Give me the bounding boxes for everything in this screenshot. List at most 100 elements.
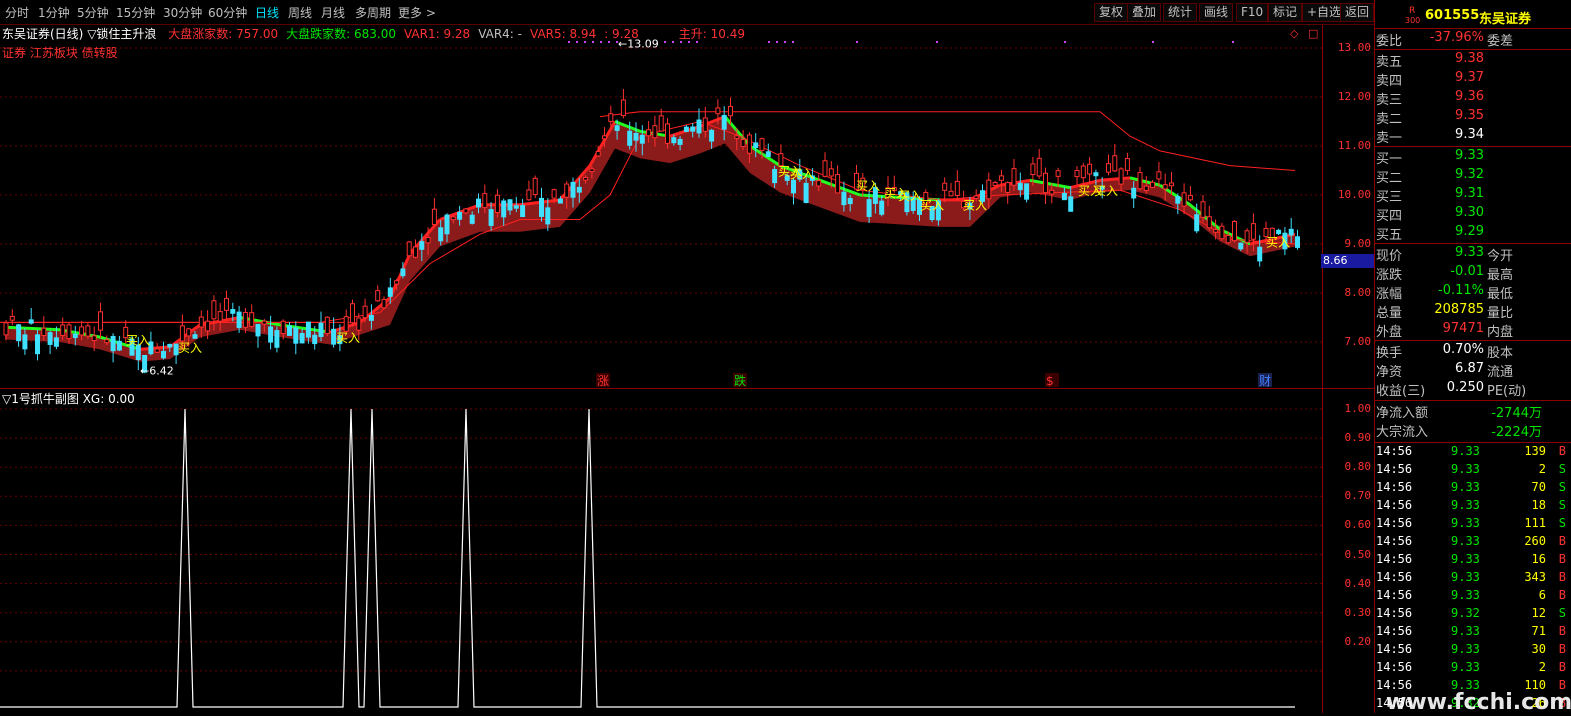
legend-item-6: 主升: 10.49 xyxy=(678,27,745,41)
quote-row: 买二 9.32 xyxy=(1375,167,1571,186)
trade-row: 14:56 9.33 6 B xyxy=(1375,588,1571,606)
candle-body xyxy=(1131,187,1137,199)
candle-body xyxy=(608,113,614,122)
candle-body xyxy=(1118,168,1124,185)
candle-body xyxy=(438,227,444,242)
quote-row: 委比 -37.96% 委差 xyxy=(1375,30,1571,49)
row-value: 9.33 xyxy=(1455,148,1484,163)
row-label: 净资 xyxy=(1376,365,1403,380)
tab-8[interactable]: 月线 xyxy=(321,4,345,21)
tab-5[interactable]: 60分钟 xyxy=(208,4,247,21)
toolbar-button-7[interactable]: 返回 xyxy=(1340,3,1374,22)
quote-row: 卖三 9.36 xyxy=(1375,89,1571,108)
trade-side: B xyxy=(1558,444,1566,458)
tab-10[interactable]: 更多 > xyxy=(398,4,436,21)
candle-body xyxy=(677,138,683,145)
candle-body xyxy=(791,179,796,194)
trade-volume: 30 xyxy=(1531,642,1546,656)
price-tick: 9.00 xyxy=(1344,237,1372,250)
sub-title[interactable]: ▽1号抓牛副图 xyxy=(2,392,79,406)
main-kline-chart[interactable]: ←13.09 ←6.42 买入 买入 买入 买入 买入 买入 买入 买入 买入 买入 买入 买入 买入 ◇ □ 涨… xyxy=(0,25,1322,388)
toolbar-button-1[interactable]: 叠加 xyxy=(1127,3,1162,22)
trade-volume: 18 xyxy=(1531,498,1546,512)
row-label: 大宗流入 xyxy=(1376,425,1429,440)
trade-volume: 12 xyxy=(1531,606,1546,620)
trade-side: B xyxy=(1558,642,1566,656)
candle-body xyxy=(1036,157,1042,177)
row-label: 买一 xyxy=(1376,152,1403,167)
row-label: 涨幅 xyxy=(1376,287,1403,302)
candle-body xyxy=(16,324,22,342)
trade-row: 14:56 9.33 71 B xyxy=(1375,624,1571,642)
tab-6[interactable]: 日线 xyxy=(255,4,279,21)
row-label: 涨跌 xyxy=(1376,268,1403,283)
indicator-name[interactable]: ▽锁住主升浪 xyxy=(87,27,156,41)
sub-indicator-chart[interactable]: ▽1号抓牛副图 XG: 0.00 xyxy=(0,389,1322,713)
sub-tick: 1.00 xyxy=(1344,402,1372,415)
panel-divider xyxy=(1375,49,1571,50)
candle-body xyxy=(387,287,393,297)
trade-side: S xyxy=(1558,462,1566,476)
sub-tick: 0.80 xyxy=(1344,460,1372,474)
trade-row: 14:56 9.32 12 S xyxy=(1375,606,1571,624)
candle-body xyxy=(1181,192,1187,207)
toolbar-button-3[interactable]: 画线 xyxy=(1199,3,1234,22)
kline-canvas[interactable]: ←13.09←6.42买入买入买入买入买入买入买入买入买入 买入买入买入买入◇ □涨… xyxy=(0,25,1322,388)
candle-body xyxy=(847,197,853,205)
candle-body xyxy=(425,237,431,244)
buy-signal: 买入 xyxy=(1094,184,1118,198)
candle-body xyxy=(350,303,355,324)
tab-2[interactable]: 5分钟 xyxy=(77,4,109,21)
tab-4[interactable]: 30分钟 xyxy=(163,4,202,21)
toolbar-button-5[interactable]: 标记 xyxy=(1268,3,1303,22)
candle-body xyxy=(305,321,311,338)
trade-time: 14:56 xyxy=(1376,462,1413,476)
trade-volume: 2 xyxy=(1538,660,1546,674)
tab-0[interactable]: 分时 xyxy=(5,4,29,21)
toolbar-button-4[interactable]: F10 xyxy=(1236,3,1269,22)
trade-time: 14:56 xyxy=(1376,606,1413,620)
legend-item-0: 大盘涨家数: 757.00 xyxy=(168,27,279,41)
quote-row: 收益(三) 0.250 PE(动) xyxy=(1375,380,1571,399)
row-label: 收益(三) xyxy=(1376,384,1426,399)
tab-3[interactable]: 15分钟 xyxy=(116,4,155,21)
trade-side: B xyxy=(1558,660,1566,674)
trade-volume: 260 xyxy=(1524,534,1546,548)
tab-1[interactable]: 1分钟 xyxy=(38,4,70,21)
candle-body xyxy=(261,320,267,325)
tab-9[interactable]: 多周期 xyxy=(355,4,391,21)
candle-body xyxy=(312,334,318,345)
candle-body xyxy=(728,105,733,117)
trade-volume: 139 xyxy=(1524,444,1546,458)
tab-7[interactable]: 周线 xyxy=(288,4,312,21)
sub-value: XG: 0.00 xyxy=(82,392,135,406)
candle-body xyxy=(35,334,40,355)
signal-dot xyxy=(784,41,786,43)
chart-title: 东吴证券(日线) xyxy=(2,27,84,41)
candle-body xyxy=(413,246,418,258)
trade-price: 9.33 xyxy=(1451,480,1480,494)
candle-body xyxy=(1156,171,1162,180)
candle-body xyxy=(268,326,274,343)
candle-body xyxy=(1225,234,1231,244)
row-label: 卖三 xyxy=(1376,93,1403,108)
candle-body xyxy=(192,334,198,339)
candle-body xyxy=(1074,170,1080,178)
toolbar-button-0[interactable]: 复权 xyxy=(1094,3,1129,22)
candle-body xyxy=(513,205,519,209)
low-label: ←6.42 xyxy=(140,364,174,377)
current-price-box: 8.66 xyxy=(1321,253,1375,268)
candle-body xyxy=(1257,246,1263,262)
toolbar-button-2[interactable]: 统计 xyxy=(1163,3,1198,22)
price-tick: 11.00 xyxy=(1337,139,1371,152)
candle-body xyxy=(463,208,469,214)
event-mark-label: 涨 xyxy=(597,373,609,388)
trade-row: 14:56 9.33 30 B xyxy=(1375,642,1571,660)
trade-time: 14:56 xyxy=(1376,480,1413,494)
candle-body xyxy=(639,134,645,144)
price-tick: 12.00 xyxy=(1337,90,1371,103)
candle-body xyxy=(576,186,582,193)
quote-row: 卖二 9.35 xyxy=(1375,108,1571,127)
price-tick: 8.00 xyxy=(1344,286,1372,299)
candle-body xyxy=(1137,172,1143,190)
